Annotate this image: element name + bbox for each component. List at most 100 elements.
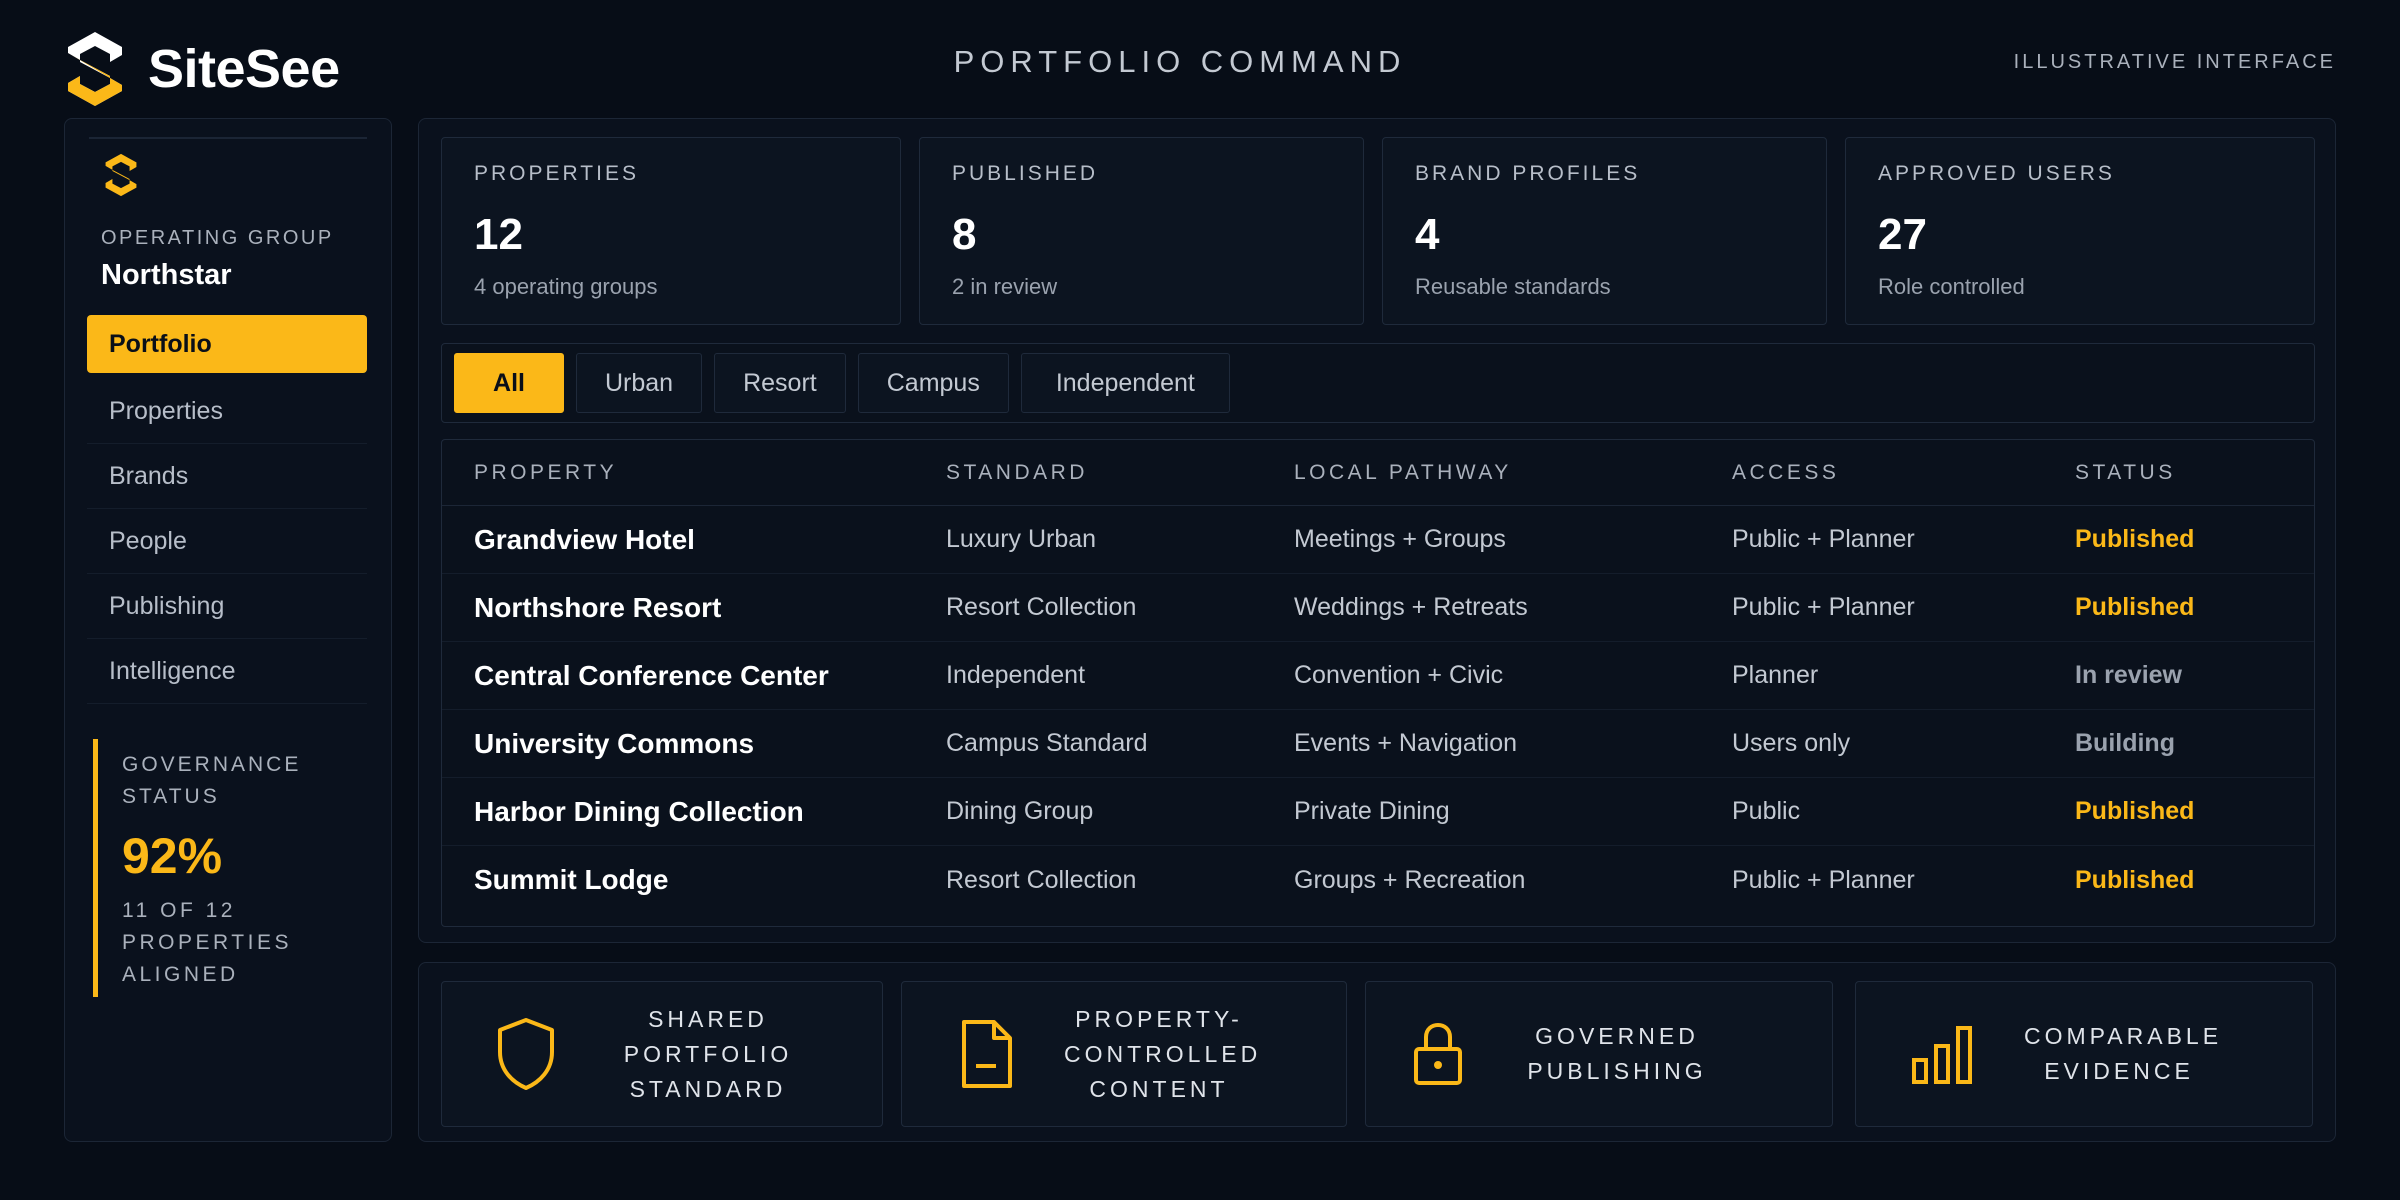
column-header-standard[interactable]: STANDARD <box>946 461 1088 485</box>
stat-label: PUBLISHED <box>952 162 1099 185</box>
status-cell: In review <box>2075 661 2182 689</box>
feature-text: GOVERNED PUBLISHING <box>1522 1019 1712 1089</box>
table-row[interactable]: Central Conference Center Independent Conv… <box>442 642 2314 710</box>
sidebar-item-intelligence[interactable]: Intelligence <box>87 639 367 704</box>
filter-bar: All Urban Resort Campus Independent <box>441 343 2315 423</box>
standard-cell: Campus Standard <box>946 729 1148 757</box>
table-row[interactable]: Northshore Resort Resort Collection Weddin… <box>442 574 2314 642</box>
filter-chip-independent[interactable]: Independent <box>1020 353 1230 413</box>
stat-card-properties: PROPERTIES 12 4 operating groups <box>441 137 901 325</box>
property-cell[interactable]: Summit Lodge <box>474 864 668 896</box>
governance-status-value: 92% <box>122 828 223 884</box>
table-row[interactable]: Harbor Dining Collection Dining Group Priv… <box>442 778 2314 846</box>
portfolio-command-page: SiteSee PORTFOLIO COMMAND ILLUSTRATIVE I… <box>0 0 2400 1200</box>
sidebar-divider <box>89 137 367 139</box>
status-cell: Published <box>2075 525 2195 553</box>
feature-line: GOVERNED <box>1535 1023 1699 1049</box>
pathway-cell: Weddings + Retreats <box>1294 593 1528 621</box>
table-body: Grandview Hotel Luxury Urban Meetings + Gr… <box>442 506 2314 914</box>
column-header-property[interactable]: PROPERTY <box>474 461 617 485</box>
filter-chip-resort[interactable]: Resort <box>714 353 846 413</box>
feature-line: STANDARD <box>629 1075 787 1102</box>
governance-status-label: GOVERNANCE STATUS <box>122 753 302 808</box>
stat-label: PROPERTIES <box>474 162 639 185</box>
filter-chip-campus[interactable]: Campus <box>857 353 1009 413</box>
standard-cell: Independent <box>946 661 1086 689</box>
stat-value: 27 <box>1878 210 1927 259</box>
stat-subtext: Reusable standards <box>1415 274 1611 299</box>
status-cell: Building <box>2075 729 2175 757</box>
stat-label: APPROVED USERS <box>1878 162 2115 185</box>
feature-card-shared-standard: SHARED PORTFOLIO STANDARD <box>441 981 883 1127</box>
table-row[interactable]: University Commons Campus Standard Events … <box>442 710 2314 778</box>
table-row[interactable]: Summit Lodge Resort Collection Groups + Re… <box>442 846 2314 914</box>
main-panel: PROPERTIES 12 4 operating groups PUBLISH… <box>418 118 2336 943</box>
document-icon <box>962 1020 1012 1088</box>
column-header-status[interactable]: STATUS <box>2075 461 2176 485</box>
bar-chart-icon <box>1912 1026 1972 1084</box>
feature-line: EVIDENCE <box>2044 1058 2194 1084</box>
property-cell[interactable]: Grandview Hotel <box>474 524 695 556</box>
stat-card-published: PUBLISHED 8 2 in review <box>919 137 1364 325</box>
stat-value: 4 <box>1415 210 1440 259</box>
feature-line: PORTFOLIO <box>623 1040 793 1067</box>
operating-group-name[interactable]: Northstar <box>101 259 232 292</box>
feature-card-comparable-evidence: COMPARABLE EVIDENCE <box>1855 981 2313 1127</box>
governance-status-card: GOVERNANCE STATUS 92% 11 OF 12 PROPERTIE… <box>93 739 322 997</box>
stat-card-approved-users: APPROVED USERS 27 Role controlled <box>1845 137 2315 325</box>
governance-status-detail: 11 OF 12 PROPERTIES ALIGNED <box>122 899 292 986</box>
standard-cell: Resort Collection <box>946 865 1137 894</box>
access-cell: Public + Planner <box>1732 593 1915 621</box>
feature-line: PUBLISHING <box>1527 1058 1707 1084</box>
shield-icon <box>498 1018 554 1090</box>
property-cell[interactable]: Harbor Dining Collection <box>474 796 804 828</box>
access-cell: Users only <box>1732 729 1851 757</box>
column-header-local-pathway[interactable]: LOCAL PATHWAY <box>1294 461 1512 485</box>
sidebar-item-people[interactable]: People <box>87 509 367 574</box>
sidebar: OPERATING GROUP Northstar Portfolio Prop… <box>64 118 392 1142</box>
stat-subtext: Role controlled <box>1878 274 2025 299</box>
pathway-cell: Convention + Civic <box>1294 661 1504 689</box>
access-cell: Public <box>1732 797 1801 825</box>
feature-line: SHARED <box>648 1005 768 1032</box>
feature-strip: SHARED PORTFOLIO STANDARD PROPERTY- CONT… <box>418 962 2336 1142</box>
feature-line: CONTENT <box>1089 1075 1229 1102</box>
property-cell[interactable]: Northshore Resort <box>474 592 721 624</box>
sidebar-item-portfolio[interactable]: Portfolio <box>87 315 367 373</box>
sidebar-item-properties[interactable]: Properties <box>87 379 367 444</box>
pathway-cell: Groups + Recreation <box>1294 865 1526 894</box>
stat-label: BRAND PROFILES <box>1415 162 1641 185</box>
access-cell: Public + Planner <box>1732 865 1915 894</box>
table-header: PROPERTY STANDARD LOCAL PATHWAY ACCESS S… <box>442 440 2314 506</box>
feature-line: COMPARABLE <box>2024 1023 2223 1049</box>
operating-group-label: OPERATING GROUP <box>101 227 334 249</box>
standard-cell: Luxury Urban <box>946 525 1097 553</box>
status-cell: Published <box>2075 865 2195 894</box>
feature-card-property-content: PROPERTY- CONTROLLED CONTENT <box>901 981 1347 1127</box>
illustrative-tag: ILLUSTRATIVE INTERFACE <box>2013 51 2336 73</box>
stat-card-brand-profiles: BRAND PROFILES 4 Reusable standards <box>1382 137 1827 325</box>
status-cell: Published <box>2075 593 2195 621</box>
stat-value: 12 <box>474 210 523 259</box>
page-title: PORTFOLIO COMMAND <box>953 44 1407 79</box>
standard-cell: Dining Group <box>946 797 1094 825</box>
filter-chip-all[interactable]: All <box>454 353 564 413</box>
table-row[interactable]: Grandview Hotel Luxury Urban Meetings + Gr… <box>442 506 2314 574</box>
stat-cards: PROPERTIES 12 4 operating groups PUBLISH… <box>441 137 2315 325</box>
column-header-access[interactable]: ACCESS <box>1732 461 1839 485</box>
status-cell: Published <box>2075 797 2195 825</box>
stat-subtext: 4 operating groups <box>474 274 658 299</box>
feature-line: PROPERTY- <box>1075 1005 1243 1032</box>
sidebar-item-publishing[interactable]: Publishing <box>87 574 367 639</box>
filter-chip-urban[interactable]: Urban <box>576 353 703 413</box>
stat-value: 8 <box>952 210 977 259</box>
lock-icon <box>1414 1022 1462 1085</box>
access-cell: Public + Planner <box>1732 525 1915 553</box>
feature-line: CONTROLLED <box>1064 1040 1262 1067</box>
standard-cell: Resort Collection <box>946 593 1137 621</box>
property-cell[interactable]: University Commons <box>474 728 754 760</box>
properties-table: PROPERTY STANDARD LOCAL PATHWAY ACCESS S… <box>441 439 2315 927</box>
sidebar-item-brands[interactable]: Brands <box>87 444 367 509</box>
property-cell[interactable]: Central Conference Center <box>474 660 829 692</box>
pathway-cell: Meetings + Groups <box>1294 525 1506 553</box>
